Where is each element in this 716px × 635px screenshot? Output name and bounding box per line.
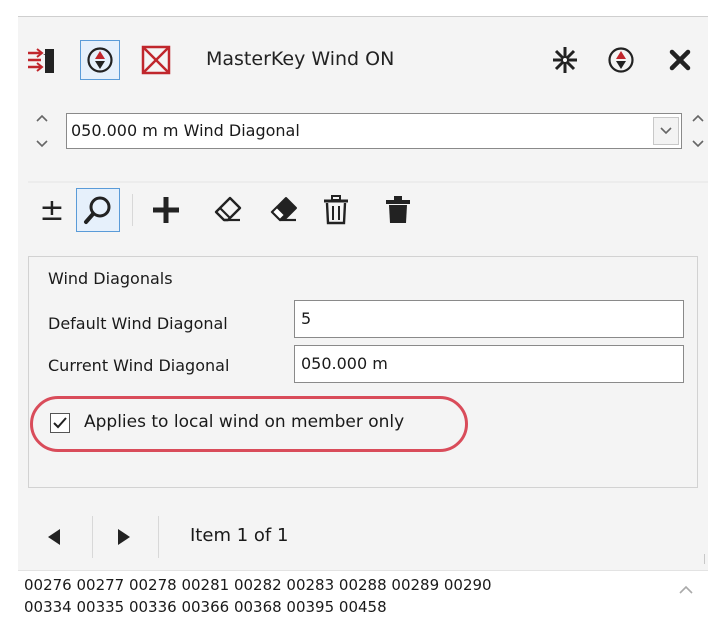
default-diagonal-value: 5: [301, 309, 312, 328]
default-diagonal-label: Default Wind Diagonal: [48, 314, 228, 333]
member-list[interactable]: 00276 00277 00278 00281 00282 00283 0028…: [18, 570, 708, 635]
plus-minus-label: ±: [39, 192, 65, 228]
scroll-tick: [704, 554, 705, 564]
selector-spin-right[interactable]: [690, 114, 706, 148]
selector-spin-left[interactable]: [34, 114, 50, 148]
current-diagonal-label: Current Wind Diagonal: [48, 356, 230, 375]
delete-filled-icon[interactable]: [376, 188, 420, 232]
chevron-up-icon[interactable]: [692, 114, 704, 122]
add-icon[interactable]: [144, 188, 188, 232]
masterkey-wind-panel: MasterKey Wind ON 050.000 m m Wind Diago…: [0, 0, 716, 635]
nav-separator: [92, 516, 93, 558]
nav-separator: [158, 516, 159, 558]
member-list-line: 00276 00277 00278 00281 00282 00283 0028…: [24, 576, 492, 594]
triangle-right-icon: [118, 529, 130, 545]
delete-outline-icon[interactable]: [314, 188, 358, 232]
eraser-outline-icon[interactable]: [206, 188, 250, 232]
dropdown-button[interactable]: [653, 117, 679, 145]
toolbar-divider: [28, 181, 708, 183]
wind-diagonal-selector[interactable]: 050.000 m m Wind Diagonal: [66, 113, 682, 149]
toolbar-separator: [132, 194, 133, 226]
next-item-button[interactable]: [104, 518, 142, 556]
close-icon[interactable]: [660, 40, 700, 80]
chevron-down-icon: [660, 127, 672, 135]
scroll-up-icon[interactable]: [678, 584, 694, 596]
group-title: Wind Diagonals: [48, 269, 173, 288]
panel-title: MasterKey Wind ON: [206, 48, 395, 70]
cross-box-icon[interactable]: [136, 40, 176, 80]
chevron-down-icon[interactable]: [692, 140, 704, 148]
bar-pole-icon[interactable]: [22, 40, 62, 80]
local-wind-checkbox-label[interactable]: Applies to local wind on member only: [84, 412, 404, 432]
checkmark-icon: [53, 417, 67, 429]
diagonal-target-icon[interactable]: [80, 40, 120, 80]
item-counter: Item 1 of 1: [190, 525, 289, 546]
target-icon[interactable]: [601, 40, 641, 80]
current-diagonal-field[interactable]: 050.000 m: [294, 345, 684, 383]
member-list-line: 00334 00335 00336 00366 00368 00395 0045…: [24, 598, 387, 616]
snowflake-pin-icon[interactable]: [545, 40, 585, 80]
default-diagonal-field[interactable]: 5: [294, 300, 684, 338]
plus-minus-icon[interactable]: ±: [30, 188, 74, 232]
local-wind-checkbox[interactable]: [50, 413, 70, 433]
eraser-filled-icon[interactable]: [262, 188, 306, 232]
search-icon[interactable]: [76, 188, 120, 232]
current-diagonal-value: 050.000 m: [301, 354, 388, 373]
chevron-up-icon[interactable]: [36, 114, 48, 122]
previous-item-button[interactable]: [36, 518, 74, 556]
selector-value: 050.000 m m Wind Diagonal: [71, 121, 300, 140]
chevron-down-icon[interactable]: [36, 140, 48, 148]
triangle-left-icon: [48, 529, 60, 545]
